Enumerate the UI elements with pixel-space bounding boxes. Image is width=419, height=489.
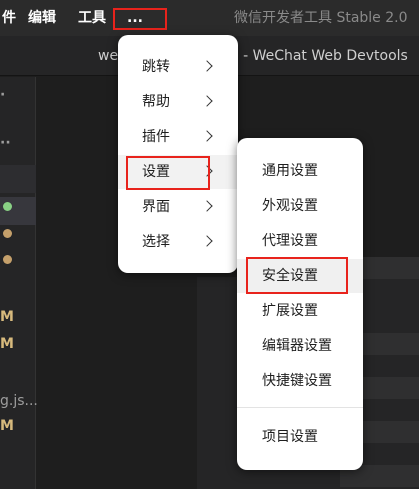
menu-more-highlight [113, 8, 167, 30]
menu-item-label: 界面 [142, 199, 170, 215]
menu-item-label: 设置 [142, 164, 170, 180]
menu-item-interface[interactable]: 界面 [118, 190, 238, 224]
more-dropdown-menu: 跳转 帮助 插件 设置 界面 选择 [118, 35, 238, 273]
submenu-item-label: 安全设置 [262, 268, 318, 284]
settings-submenu: 通用设置 外观设置 代理设置 安全设置 扩展设置 编辑器设置 快捷键设置 项目设… [237, 138, 363, 470]
modified-badge: M [0, 418, 14, 434]
menu-item-goto[interactable]: 跳转 [118, 50, 238, 84]
document-title-prefix: we [98, 48, 119, 64]
submenu-item-extension-settings[interactable]: 扩展设置 [237, 294, 363, 328]
explorer-row[interactable] [0, 165, 36, 193]
submenu-item-shortcut-settings[interactable]: 快捷键设置 [237, 364, 363, 398]
git-status-dot [3, 255, 12, 264]
menu-separator [237, 407, 363, 408]
menu-item-plugins[interactable]: 插件 [118, 120, 238, 154]
menu-item-label: 跳转 [142, 59, 170, 75]
git-status-dot [3, 202, 12, 211]
menu-item-label: 帮助 [142, 94, 170, 110]
chevron-right-icon [201, 60, 213, 72]
panel-marker: · [0, 87, 6, 103]
document-title-suffix: e - WeChat Web Devtools [230, 48, 408, 64]
git-status-dot [3, 229, 12, 238]
submenu-item-appearance-settings[interactable]: 外观设置 [237, 189, 363, 223]
chevron-right-icon [201, 95, 213, 107]
menu-item-settings[interactable]: 设置 [118, 155, 238, 189]
menu-item-select[interactable]: 选择 [118, 225, 238, 259]
submenu-item-label: 外观设置 [262, 198, 318, 214]
modified-badge: M [0, 309, 14, 325]
submenu-item-label: 扩展设置 [262, 303, 318, 319]
submenu-item-project-settings[interactable]: 项目设置 [237, 420, 363, 454]
chevron-right-icon [201, 130, 213, 142]
menu-tools[interactable]: 工具 [78, 8, 106, 28]
menu-file[interactable]: 件 [2, 8, 16, 28]
submenu-item-label: 编辑器设置 [262, 338, 332, 354]
submenu-item-security-settings[interactable]: 安全设置 [237, 259, 363, 293]
menubar: 件 编辑 工具 ... 微信开发者工具 Stable 2.0 [0, 0, 419, 36]
submenu-item-proxy-settings[interactable]: 代理设置 [237, 224, 363, 258]
submenu-item-label: 通用设置 [262, 163, 318, 179]
modified-badge: M [0, 336, 14, 352]
file-name-snippet[interactable]: g.js... [0, 392, 38, 410]
chevron-right-icon [201, 235, 213, 247]
app-title: 微信开发者工具 Stable 2.0 [234, 10, 408, 26]
menu-item-help[interactable]: 帮助 [118, 85, 238, 119]
chevron-right-icon [201, 200, 213, 212]
submenu-item-general-settings[interactable]: 通用设置 [237, 154, 363, 188]
submenu-item-label: 快捷键设置 [262, 373, 332, 389]
panel-more-icon[interactable]: ·· [0, 134, 11, 152]
menu-item-label: 选择 [142, 234, 170, 250]
explorer-panel: · ·· M M g.js... M [0, 77, 38, 489]
submenu-item-label: 项目设置 [262, 429, 318, 445]
submenu-item-editor-settings[interactable]: 编辑器设置 [237, 329, 363, 363]
menu-edit[interactable]: 编辑 [28, 8, 56, 28]
menu-item-label: 插件 [142, 129, 170, 145]
submenu-item-label: 代理设置 [262, 233, 318, 249]
chevron-right-icon [201, 165, 213, 177]
